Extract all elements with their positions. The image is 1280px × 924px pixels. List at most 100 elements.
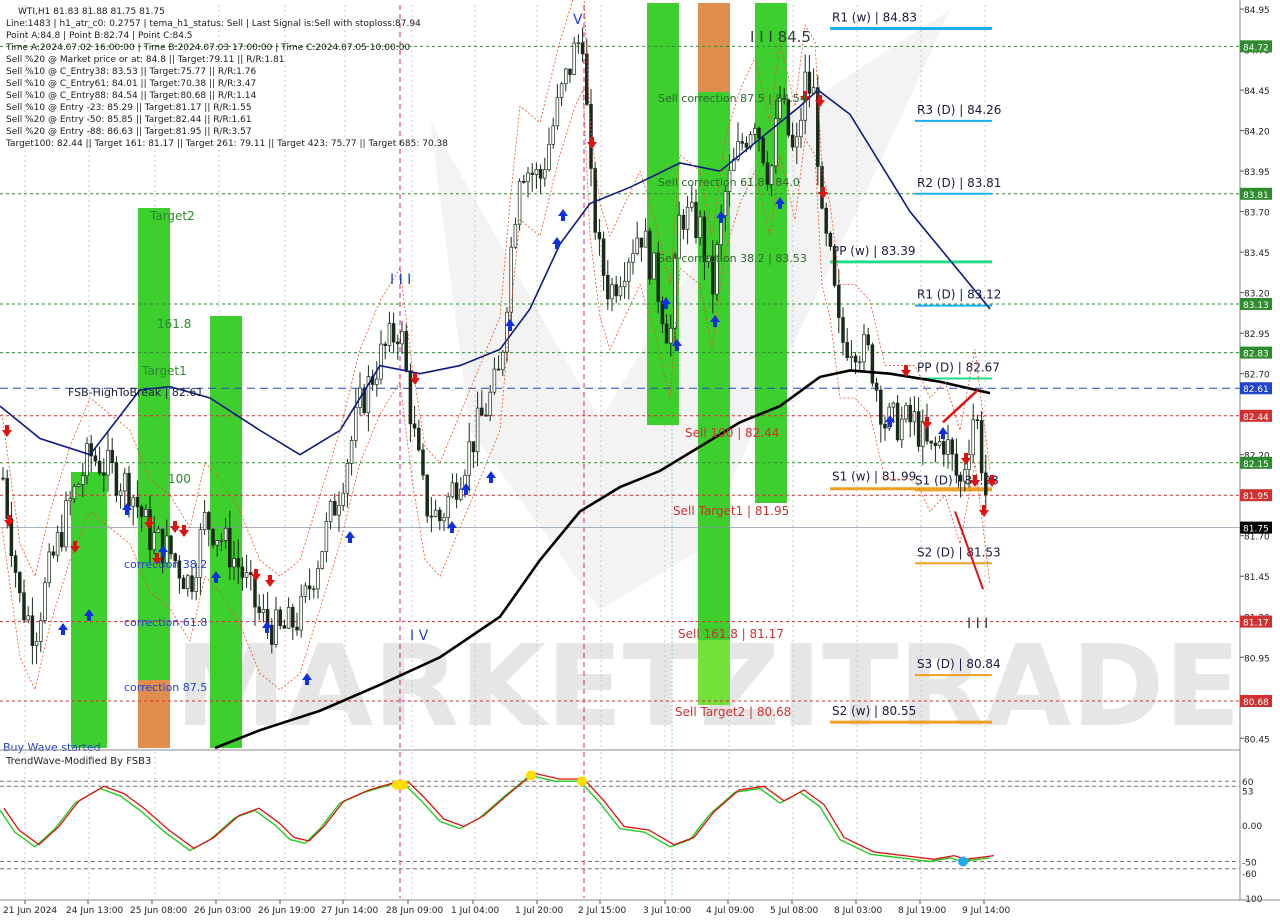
pivot-label: PP (w) | 83.39 bbox=[832, 244, 916, 258]
price-tag-label: 84.72 bbox=[1243, 43, 1269, 53]
candle bbox=[156, 528, 161, 533]
candle bbox=[232, 558, 236, 568]
candle bbox=[337, 505, 341, 516]
date-axis-tick: 27 Jun 14:00 bbox=[321, 906, 378, 916]
price-tag-label: 83.81 bbox=[1243, 191, 1269, 201]
oscillator-title: TrendWave-Modified By FSB3 bbox=[5, 756, 151, 767]
price-axis-tick: 83.45 bbox=[1244, 249, 1270, 259]
candle bbox=[874, 382, 879, 391]
candle bbox=[30, 615, 35, 646]
oscillator-dot-icon bbox=[958, 856, 968, 867]
candle bbox=[43, 582, 47, 621]
label-sell-target1: Sell Target1 | 81.95 bbox=[673, 504, 789, 518]
date-axis-tick: 1 Jul 04:00 bbox=[451, 906, 500, 916]
candle bbox=[169, 535, 173, 555]
candle bbox=[102, 472, 106, 476]
candle bbox=[610, 284, 614, 300]
candle bbox=[93, 455, 98, 462]
candle bbox=[652, 252, 656, 280]
candle bbox=[202, 512, 207, 531]
header-line: Sell %20 @ Entry -50: 85.85 || Target:82… bbox=[6, 115, 252, 125]
price-axis-tick: 81.45 bbox=[1244, 573, 1270, 583]
candle bbox=[971, 419, 975, 456]
header-line: Sell %10 @ Entry -23: 85.29 || Target:81… bbox=[6, 103, 252, 113]
trading-chart[interactable]: MARKETZITRADE R1 (w) | 84.83R3 (D) | 84.… bbox=[0, 0, 1280, 920]
date-axis-tick: 24 Jun 13:00 bbox=[66, 906, 123, 916]
label-wave-iii: I I I bbox=[390, 272, 411, 288]
candle bbox=[606, 275, 610, 300]
candle bbox=[908, 404, 912, 423]
candle bbox=[396, 341, 400, 345]
candle bbox=[5, 478, 9, 520]
header-line: Time A:2024.07.02 16:00:00 | Time B:2024… bbox=[5, 43, 410, 53]
date-axis-tick: 26 Jun 19:00 bbox=[258, 906, 315, 916]
candle bbox=[81, 475, 85, 485]
candle bbox=[270, 624, 274, 645]
candle bbox=[555, 97, 560, 127]
label-wave-v: V bbox=[573, 12, 583, 28]
label-sell-corr-87-5: Sell correction 87.5 | 84.54 bbox=[658, 92, 807, 105]
candle bbox=[375, 378, 379, 385]
candle bbox=[450, 482, 455, 498]
candle bbox=[648, 230, 652, 280]
candle bbox=[698, 216, 702, 239]
pivot-label: R3 (D) | 84.26 bbox=[917, 103, 1001, 117]
candle bbox=[589, 104, 593, 169]
candle bbox=[261, 608, 266, 613]
label-wave-iii-right: I I I bbox=[967, 616, 988, 632]
header-line: Sell %20 @ Market price or at: 84.8 || T… bbox=[6, 55, 285, 65]
candle bbox=[975, 419, 980, 422]
candle bbox=[391, 323, 396, 343]
candle bbox=[635, 237, 639, 254]
candle bbox=[181, 577, 186, 590]
chart-canvas[interactable]: MARKETZITRADE R1 (w) | 84.83R3 (D) | 84.… bbox=[0, 0, 1280, 920]
candle bbox=[60, 532, 64, 548]
candle bbox=[883, 423, 887, 429]
header-line: Sell %10 @ C_Entry61: 84.01 || Target:70… bbox=[6, 79, 256, 89]
candle bbox=[303, 585, 308, 597]
price-tag-label: 81.17 bbox=[1243, 619, 1269, 629]
candle bbox=[753, 127, 757, 135]
oscillator-dot-icon bbox=[526, 770, 536, 781]
candle bbox=[618, 286, 623, 297]
pivot-label: R1 (D) | 83.12 bbox=[917, 288, 1001, 302]
candle bbox=[790, 134, 795, 148]
candle bbox=[522, 180, 526, 183]
candle bbox=[862, 334, 866, 363]
candle bbox=[799, 119, 803, 138]
candle bbox=[244, 572, 249, 578]
candle bbox=[673, 257, 677, 329]
candle bbox=[513, 224, 518, 248]
candle bbox=[299, 595, 303, 631]
candle bbox=[240, 566, 245, 578]
pivot-label: S3 (D) | 80.84 bbox=[917, 657, 1001, 671]
candle bbox=[286, 607, 291, 629]
candle bbox=[795, 136, 799, 148]
date-axis-tick: 26 Jun 03:00 bbox=[194, 906, 251, 916]
candle bbox=[417, 427, 421, 451]
candle bbox=[135, 496, 140, 508]
candle bbox=[597, 231, 602, 240]
label-buy-wave: Buy Wave started bbox=[3, 741, 101, 754]
candle bbox=[580, 42, 585, 55]
candle bbox=[631, 253, 635, 263]
candle bbox=[639, 237, 644, 248]
label-sell-corr-61-8: Sell correction 61.8 | 84.0 bbox=[658, 176, 800, 189]
candle bbox=[97, 460, 102, 474]
candle bbox=[496, 368, 501, 371]
price-tag-label: 82.61 bbox=[1243, 385, 1269, 395]
candle bbox=[929, 440, 933, 444]
candle bbox=[845, 342, 849, 358]
price-tag-label: 83.13 bbox=[1243, 301, 1269, 311]
candle bbox=[425, 474, 429, 517]
date-axis-tick: 8 Jul 03:00 bbox=[834, 906, 883, 916]
candle bbox=[543, 169, 547, 179]
candle bbox=[404, 331, 408, 372]
candle bbox=[538, 168, 543, 179]
candle bbox=[622, 280, 627, 288]
candle bbox=[685, 206, 690, 230]
candle bbox=[55, 532, 60, 556]
candle bbox=[228, 527, 232, 568]
date-axis-tick: 8 Jul 19:00 bbox=[898, 906, 947, 916]
oscillator-axis-tick: 0.00 bbox=[1242, 822, 1262, 832]
